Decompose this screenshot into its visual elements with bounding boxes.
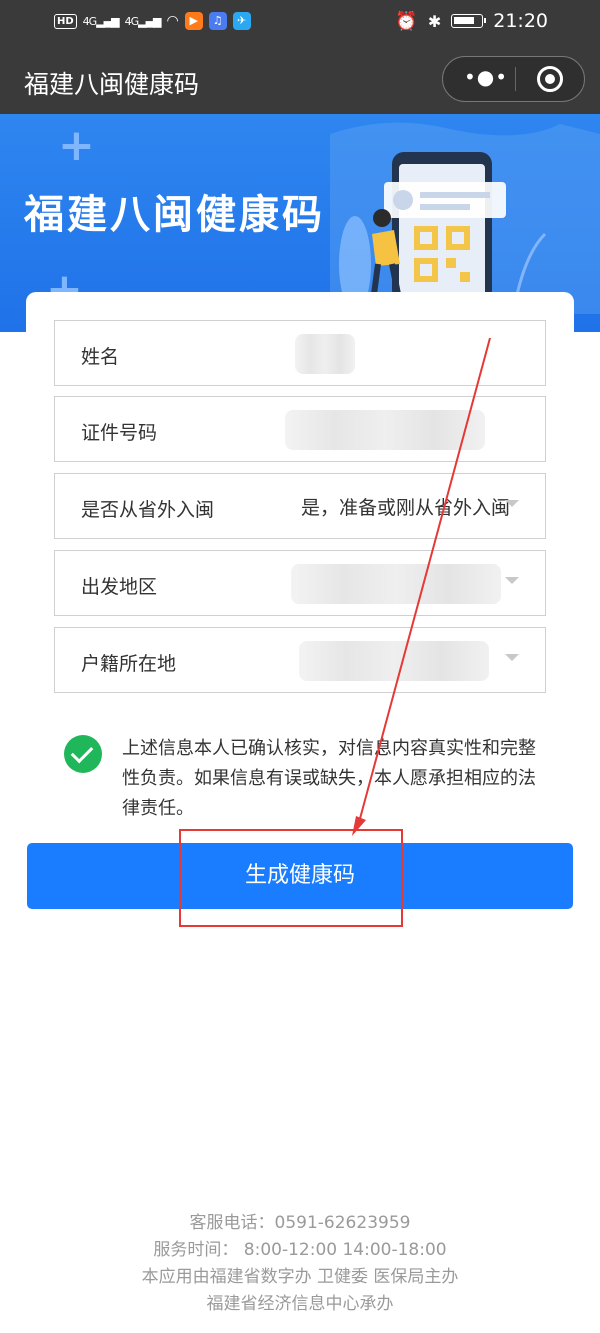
household-registration-select[interactable]: 户籍所在地 [54, 627, 546, 693]
plus-decoration: + [58, 120, 95, 171]
chevron-down-icon[interactable] [505, 500, 519, 507]
mini-program-capsule: •●• [442, 56, 585, 102]
sim2-label: 4G [124, 14, 139, 28]
chevron-down-icon[interactable] [505, 654, 519, 661]
hd-badge: HD [54, 13, 77, 29]
alarm-icon: ⏰ [395, 10, 418, 32]
operator-text: 福建省经济信息中心承办 [206, 1294, 394, 1314]
battery-icon [451, 14, 487, 28]
app-notification-icon: ▶ [184, 12, 203, 30]
status-right: ⏰ ✱ 21:20 [395, 10, 548, 32]
top-bar: HD 4G▂▄▆ 4G▂▄▆ ◠ ▶ ♫ ✈ ⏰ ✱ 21:20 福建八闽健康码… [0, 0, 600, 114]
field-label-name: 姓名 [81, 346, 120, 368]
status-left: HD 4G▂▄▆ 4G▂▄▆ ◠ ▶ ♫ ✈ [54, 12, 251, 30]
field-label-household: 户籍所在地 [81, 653, 177, 675]
wifi-icon: ◠ [166, 13, 179, 29]
title-bar: 福建八闽健康码 •●• [0, 44, 600, 114]
name-field[interactable]: 姓名 [54, 320, 546, 386]
bluetooth-icon: ✱ [427, 11, 442, 31]
chevron-down-icon[interactable] [505, 577, 519, 584]
footer: 客服电话：0591-62623959 服务时间： 8:00-12:00 14:0… [0, 1210, 600, 1318]
redacted-value [295, 334, 355, 374]
signal-icon: 4G▂▄▆ [124, 14, 162, 28]
banner-title: 福建八闽健康码 [24, 192, 325, 238]
from-outside-province-select[interactable]: 是否从省外入闽 是，准备或刚从省外入闽 [54, 473, 546, 539]
message-app-icon: ✈ [232, 12, 251, 30]
clock: 21:20 [493, 10, 548, 32]
signal-icon: 4G▂▄▆ [82, 14, 120, 28]
field-label-outside: 是否从省外入闽 [81, 499, 215, 521]
page-title: 福建八闽健康码 [24, 70, 200, 99]
id-number-field[interactable]: 证件号码 [54, 396, 546, 462]
more-dots-icon[interactable]: •●• [461, 65, 511, 93]
annotation-highlight-box [179, 829, 403, 927]
redacted-value [291, 564, 501, 604]
target-close-icon[interactable] [537, 66, 563, 92]
redacted-value [299, 641, 489, 681]
confirm-checkbox[interactable] [64, 735, 102, 773]
sim1-label: 4G [82, 14, 97, 28]
hotline-text: 客服电话：0591-62623959 [189, 1213, 411, 1233]
redacted-value [285, 410, 485, 450]
status-bar: HD 4G▂▄▆ 4G▂▄▆ ◠ ▶ ♫ ✈ ⏰ ✱ 21:20 [0, 0, 600, 44]
music-app-icon: ♫ [208, 12, 227, 30]
consent-text: 上述信息本人已确认核实，对信息内容真实性和完整性负责。如果信息有误或缺失，本人愿… [122, 738, 536, 819]
service-hours-text: 服务时间： 8:00-12:00 14:00-18:00 [153, 1240, 447, 1260]
capsule-divider [515, 67, 516, 91]
departure-region-select[interactable]: 出发地区 [54, 550, 546, 616]
outside-province-value: 是，准备或刚从省外入闽 [301, 497, 511, 519]
sponsors-text: 本应用由福建省数字办 卫健委 医保局主办 [141, 1267, 459, 1287]
field-label-id: 证件号码 [81, 422, 158, 444]
field-label-departure: 出发地区 [81, 576, 158, 598]
